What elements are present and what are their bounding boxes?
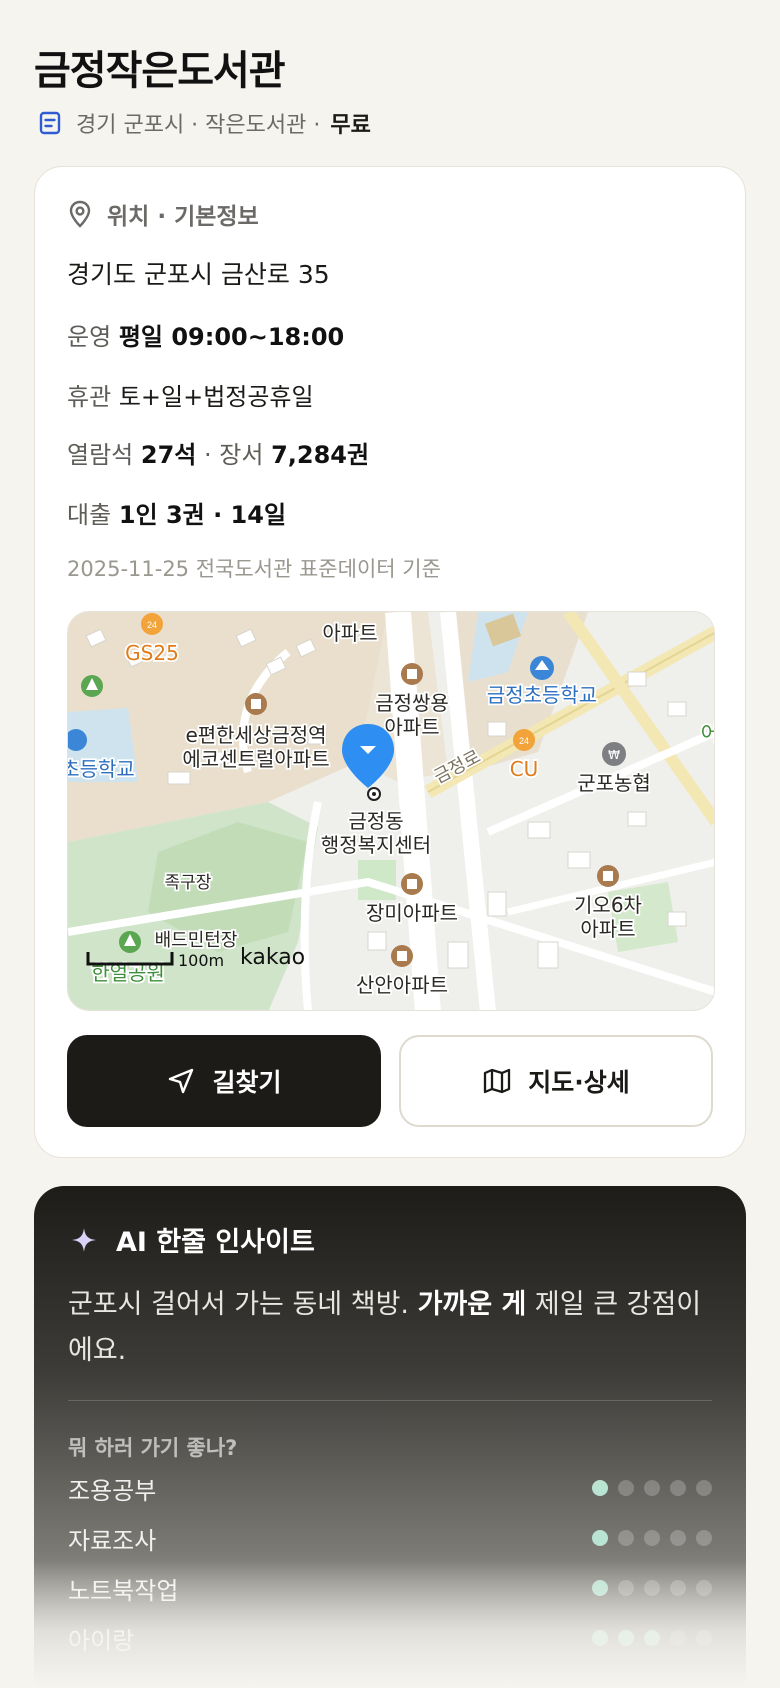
map-brand: kakao [240, 945, 305, 970]
loan-value: 1인 3권 · 14일 [118, 501, 287, 529]
map-label-cu: CU [510, 757, 539, 781]
map-detail-button[interactable]: 지도·상세 [399, 1035, 713, 1127]
map-icon [482, 1066, 512, 1096]
navigation-arrow-icon [166, 1066, 196, 1096]
info-section-header: 위치 · 기본정보 [67, 197, 259, 231]
score-dot-filled [592, 1580, 608, 1596]
activity-score [592, 1630, 712, 1646]
map-label-school-right: 금정초등학교 [487, 683, 597, 707]
ai-text-bold: 가까운 게 [417, 1289, 527, 1320]
activity-name: 노트북작업 [68, 1576, 179, 1605]
fee-badge: 무료 [330, 113, 371, 138]
loan-label: 대출 [67, 501, 112, 529]
svg-text:24: 24 [147, 620, 157, 630]
ai-text-before: 군포시 걸어서 가는 동네 책방. [68, 1289, 418, 1320]
activity-score [592, 1530, 712, 1546]
opening-hours: 운영 평일 09:00~18:00 [67, 317, 344, 352]
score-dot-empty [644, 1580, 660, 1596]
map-label-edge-right: 어 [701, 721, 715, 745]
directions-label: 길찾기 [212, 1068, 282, 1097]
map-label-epyeonhan-1: e편한세상금정역 [185, 723, 326, 747]
directions-button[interactable]: 길찾기 [67, 1035, 381, 1127]
score-dot-empty [644, 1480, 660, 1496]
closed-value: 토+일+법정공휴일 [118, 383, 314, 411]
closed-label: 휴관 [67, 383, 112, 411]
map-detail-label: 지도·상세 [528, 1068, 630, 1097]
map-label-school-left: 초등학교 [68, 757, 135, 781]
loan-policy: 대출 1인 3권 · 14일 [67, 495, 286, 530]
score-dot-filled [618, 1630, 634, 1646]
page-title: 금정작은도서관 [34, 48, 286, 94]
map-label-bottom-apt: 산안아파트 [356, 973, 448, 997]
map-label-ssangyong-apt: 아파트 [384, 715, 439, 739]
map-label-center-1: 금정동 [348, 809, 403, 833]
ai-question: 뭐 하러 가기 좋나? [68, 1436, 238, 1460]
activity-row: 조용공부 [68, 1468, 712, 1508]
activity-row: 아이랑 [68, 1618, 712, 1658]
score-dot-filled [592, 1630, 608, 1646]
activity-name: 아이랑 [68, 1626, 135, 1655]
activity-row: 자료조사 [68, 1518, 712, 1558]
score-dot-empty [618, 1480, 634, 1496]
activity-row: 노트북작업 [68, 1568, 712, 1608]
score-dot-empty [670, 1530, 686, 1546]
map-label-apt-top: 아파트 [322, 621, 377, 645]
map-label-nonghyup: 군포농협 [577, 771, 651, 795]
score-dot-filled [644, 1630, 660, 1646]
library-meta: 경기 군포시 · 작은도서관 · 무료 [36, 106, 371, 140]
ai-insight-card: AI 한줄 인사이트 군포시 걸어서 가는 동네 책방. 가까운 게 제일 큰 … [34, 1186, 746, 1688]
map-label-center-2: 행정복지센터 [321, 833, 431, 857]
score-dot-empty [670, 1630, 686, 1646]
ai-insight-text: 군포시 걸어서 가는 동네 책방. 가까운 게 제일 큰 강점이에요. [68, 1282, 708, 1374]
score-dot-empty [644, 1530, 660, 1546]
meta-text: 경기 군포시 · 작은도서관 · [76, 113, 321, 138]
map-label-epyeonhan-2: 에코센트럴아파트 [182, 747, 329, 771]
info-section-label: 위치 · 기본정보 [107, 204, 259, 230]
map-label-ssangyong: 금정쌍용 [375, 691, 449, 715]
closed-days: 휴관 토+일+법정공휴일 [67, 377, 314, 412]
map-label-gs25: GS25 [125, 641, 179, 665]
score-dot-filled [592, 1480, 608, 1496]
location-map[interactable]: 24 24 ₩ 아파트 GS25 금정초등학교 금정쌍용 아파트 e편한세상금정… [67, 611, 715, 1011]
score-dot-empty [696, 1530, 712, 1546]
activity-name: 조용공부 [68, 1476, 157, 1505]
books-label: · 장서 [196, 441, 272, 469]
seats-label: 열람석 [67, 441, 134, 469]
sparkle-icon [70, 1226, 98, 1254]
score-dot-empty [618, 1530, 634, 1546]
books-value: 7,284권 [271, 441, 370, 469]
map-canvas[interactable]: 24 24 ₩ 아파트 GS25 금정초등학교 금정쌍용 아파트 e편한세상금정… [68, 612, 715, 1011]
address: 경기도 군포시 금산로 35 [67, 260, 330, 289]
location-pin-icon [67, 199, 93, 229]
info-card: 위치 · 기본정보 경기도 군포시 금산로 35 운영 평일 09:00~18:… [34, 166, 746, 1158]
activity-score [592, 1480, 712, 1496]
ai-insight-header: AI 한줄 인사이트 [70, 1220, 315, 1259]
activity-score [592, 1580, 712, 1596]
seats-value: 27석 [140, 441, 197, 469]
map-label-badminton: 배드민턴장 [155, 930, 238, 951]
score-dot-empty [696, 1580, 712, 1596]
svg-text:₩: ₩ [608, 748, 620, 762]
map-label-jokgu: 족구장 [165, 873, 212, 893]
map-label-jangmi: 장미아파트 [366, 901, 458, 925]
activity-name: 자료조사 [68, 1526, 157, 1555]
map-scale-label: 100m [178, 951, 224, 970]
data-source-note: 2025-11-25 전국도서관 표준데이터 기준 [67, 557, 441, 581]
score-dot-empty [696, 1480, 712, 1496]
library-detail-page: 금정작은도서관 경기 군포시 · 작은도서관 · 무료 위치 · 기본정보 경기… [0, 0, 780, 1688]
score-dot-empty [670, 1480, 686, 1496]
score-dot-filled [592, 1530, 608, 1546]
map-label-giho-1: 기오6차 [574, 893, 642, 917]
score-dot-empty [670, 1580, 686, 1596]
score-dot-empty [696, 1630, 712, 1646]
capacity: 열람석 27석 · 장서 7,284권 [67, 435, 369, 470]
score-dot-empty [618, 1580, 634, 1596]
hours-value: 평일 09:00~18:00 [118, 323, 345, 351]
document-icon [36, 109, 64, 137]
svg-text:24: 24 [519, 736, 529, 746]
hours-label: 운영 [67, 323, 112, 351]
ai-divider [68, 1400, 712, 1401]
map-label-giho-2: 아파트 [580, 917, 635, 941]
ai-insight-title: AI 한줄 인사이트 [116, 1227, 315, 1258]
